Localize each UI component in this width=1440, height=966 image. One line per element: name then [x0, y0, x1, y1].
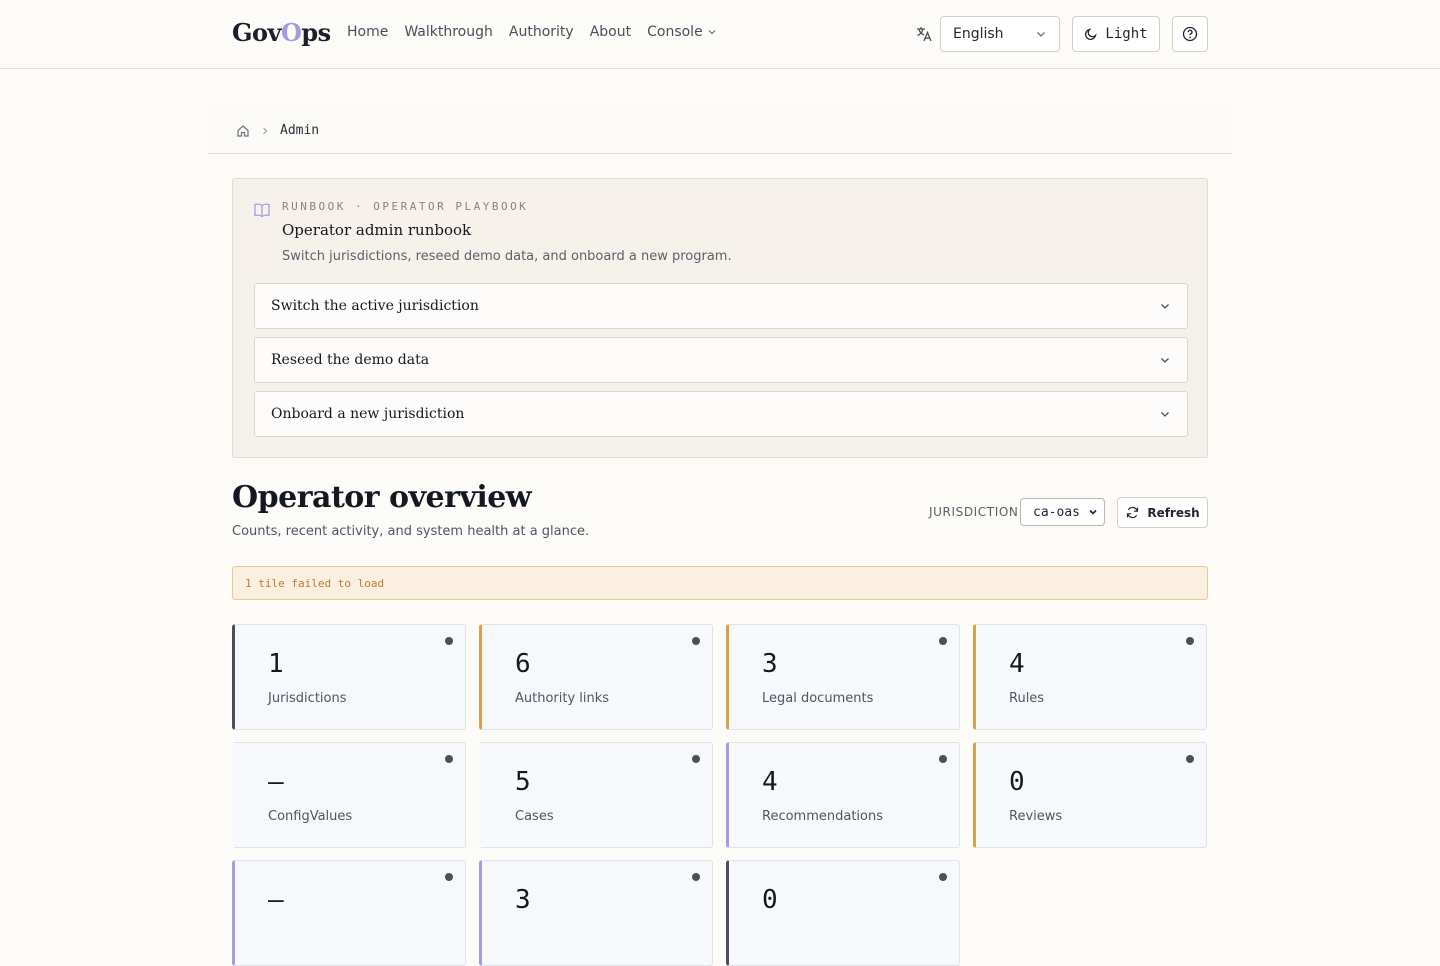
stat-tile[interactable]: 4 Recommendations: [726, 742, 960, 848]
tile-value: 6: [515, 649, 531, 679]
tile-value: 1: [268, 649, 284, 679]
tile-value: 3: [515, 885, 531, 915]
accordion-label: Onboard a new jurisdiction: [271, 406, 465, 422]
stat-tile[interactable]: 3: [479, 860, 713, 966]
breadcrumb: Admin: [208, 108, 1232, 154]
logo-prefix: Gov: [232, 18, 281, 47]
status-dot: [939, 637, 947, 645]
page-title: Operator overview: [232, 480, 532, 515]
runbook-subtitle: Switch jurisdictions, reseed demo data, …: [282, 249, 732, 264]
chevron-down-icon: [1161, 358, 1169, 363]
jurisdiction-label: JURISDICTION: [929, 505, 1019, 519]
nav-walkthrough[interactable]: Walkthrough: [404, 24, 493, 40]
top-bar: GovOps Home Walkthrough Authority About …: [0, 0, 1440, 69]
chevron-right-icon: [263, 127, 268, 134]
status-dot: [692, 637, 700, 645]
status-dot: [1186, 755, 1194, 763]
theme-toggle-button[interactable]: Light: [1072, 16, 1160, 52]
home-icon[interactable]: [236, 124, 250, 138]
nav-authority[interactable]: Authority: [509, 24, 574, 40]
tile-value: 0: [1009, 767, 1025, 797]
logo[interactable]: GovOps: [232, 18, 331, 47]
refresh-icon: [1127, 506, 1139, 519]
chevron-down-icon: [1161, 304, 1169, 309]
stat-tile[interactable]: 5 Cases: [479, 742, 713, 848]
chevron-down-icon: [1161, 412, 1169, 417]
accordion-switch-jurisdiction[interactable]: Switch the active jurisdiction: [254, 283, 1188, 329]
stat-tile[interactable]: 1 Jurisdictions: [232, 624, 466, 730]
tile-label: Jurisdictions: [268, 691, 347, 706]
stat-tile[interactable]: —: [232, 860, 466, 966]
status-dot: [692, 755, 700, 763]
refresh-button[interactable]: Refresh: [1117, 497, 1208, 528]
language-select[interactable]: English: [940, 16, 1060, 52]
runbook-eyebrow: RUNBOOK · OPERATOR PLAYBOOK: [282, 200, 529, 213]
tile-value: —: [268, 767, 284, 797]
nav-home[interactable]: Home: [347, 24, 388, 40]
help-button[interactable]: [1172, 16, 1208, 52]
logo-suffix: ps: [301, 18, 331, 47]
jurisdiction-select[interactable]: ca-oas: [1020, 498, 1105, 526]
stat-tile[interactable]: 4 Rules: [973, 624, 1207, 730]
tile-label: Recommendations: [762, 809, 884, 824]
status-dot: [939, 873, 947, 881]
runbook-panel: RUNBOOK · OPERATOR PLAYBOOK Operator adm…: [232, 178, 1208, 458]
accordion-label: Switch the active jurisdiction: [271, 298, 479, 314]
tile-value: 5: [515, 767, 531, 797]
refresh-label: Refresh: [1147, 505, 1200, 520]
tile-value: —: [268, 885, 284, 915]
stat-tile[interactable]: 3 Legal documents: [726, 624, 960, 730]
tile-accent-bar: [479, 743, 482, 847]
runbook-title: Operator admin runbook: [282, 221, 472, 239]
tile-label: Authority links: [515, 691, 610, 706]
main-nav: Home Walkthrough Authority About Console: [347, 24, 717, 40]
accordion-onboard-jurisdiction[interactable]: Onboard a new jurisdiction: [254, 391, 1188, 437]
tile-error-alert: 1 tile failed to load: [232, 566, 1208, 600]
status-dot: [1186, 637, 1194, 645]
status-dot: [445, 873, 453, 881]
accordion-label: Reseed the demo data: [271, 352, 430, 368]
tile-label: ConfigValues: [268, 809, 353, 824]
nav-console[interactable]: Console: [647, 24, 717, 40]
stat-tile[interactable]: 0 Reviews: [973, 742, 1207, 848]
chevron-down-icon: [1089, 509, 1097, 515]
tile-value: 0: [762, 885, 778, 915]
nav-console-label: Console: [647, 24, 703, 40]
tile-value: 4: [1009, 649, 1025, 679]
help-circle-icon: [1182, 26, 1198, 42]
language-value: English: [953, 26, 1004, 42]
nav-about[interactable]: About: [590, 24, 631, 40]
page-subtitle: Counts, recent activity, and system heal…: [232, 524, 590, 539]
chevron-down-icon: [1037, 32, 1045, 37]
jurisdiction-value: ca-oas: [1033, 504, 1080, 520]
tile-value: 3: [762, 649, 778, 679]
breadcrumb-current: Admin: [280, 123, 320, 138]
tile-label: Legal documents: [762, 691, 874, 706]
book-open-icon: [254, 203, 270, 218]
chevron-down-icon: [708, 30, 716, 35]
translate-icon: [917, 27, 932, 42]
status-dot: [445, 755, 453, 763]
tile-label: Cases: [515, 809, 554, 824]
theme-label: Light: [1105, 26, 1148, 42]
tile-label: Reviews: [1009, 809, 1063, 824]
moon-icon: [1085, 28, 1098, 41]
accordion-reseed-demo-data[interactable]: Reseed the demo data: [254, 337, 1188, 383]
status-dot: [445, 637, 453, 645]
logo-o: O: [280, 18, 302, 47]
status-dot: [692, 873, 700, 881]
stat-tile[interactable]: — ConfigValues: [232, 742, 466, 848]
stat-tile[interactable]: 0: [726, 860, 960, 966]
status-dot: [939, 755, 947, 763]
tile-value: 4: [762, 767, 778, 797]
stat-tile[interactable]: 6 Authority links: [479, 624, 713, 730]
tile-accent-bar: [232, 743, 235, 847]
tile-label: Rules: [1009, 691, 1045, 706]
